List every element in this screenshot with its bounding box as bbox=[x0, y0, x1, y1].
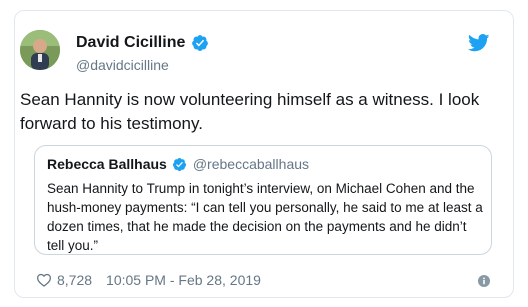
verified-badge-icon bbox=[192, 35, 209, 51]
tweet-header: David Cicilline @davidcicilline bbox=[20, 24, 490, 76]
quoted-author-name: Rebecca Ballhaus bbox=[47, 156, 167, 172]
author-name-row: David Cicilline bbox=[76, 34, 209, 52]
tweet-text: Sean Hannity is now volunteering himself… bbox=[20, 90, 480, 133]
info-icon[interactable] bbox=[478, 275, 490, 287]
quoted-author-handle: @rebeccaballhaus bbox=[192, 156, 310, 172]
tweet-footer: 8,728 10:05 PM - Feb 28, 2019 bbox=[36, 272, 261, 288]
quoted-tweet[interactable]: Rebecca Ballhaus @rebeccaballhaus Sean H… bbox=[34, 145, 492, 255]
author-handle[interactable]: @davidcicilline bbox=[76, 57, 169, 73]
author-name[interactable]: David Cicilline bbox=[76, 34, 185, 52]
quoted-header: Rebecca Ballhaus @rebeccaballhaus bbox=[47, 156, 309, 172]
avatar[interactable] bbox=[20, 30, 60, 70]
tweet-timestamp[interactable]: 10:05 PM - Feb 28, 2019 bbox=[106, 272, 261, 288]
avatar-image bbox=[20, 30, 60, 70]
heart-icon[interactable] bbox=[36, 273, 52, 287]
like-count[interactable]: 8,728 bbox=[57, 272, 92, 288]
twitter-bird-icon[interactable] bbox=[468, 34, 490, 52]
verified-badge-icon bbox=[172, 157, 186, 171]
quoted-text: Sean Hannity to Trump in tonight’s inter… bbox=[47, 181, 483, 253]
